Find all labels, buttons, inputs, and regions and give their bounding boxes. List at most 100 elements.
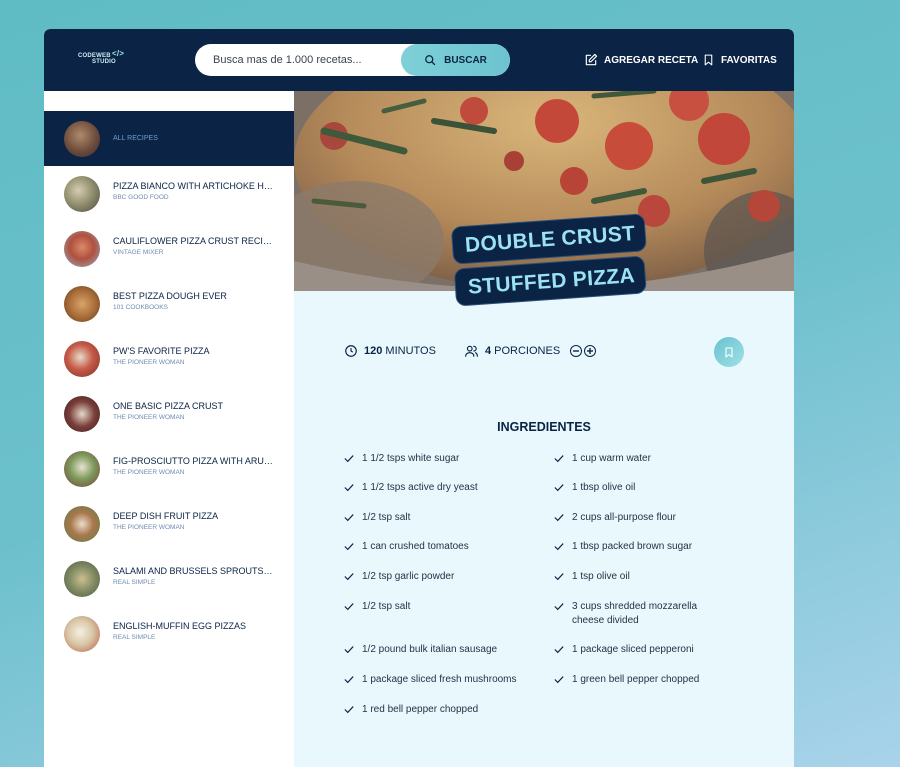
results-item-8[interactable]: SALAMI AND BRUSSELS SPROUTS PIZZA REAL S… bbox=[44, 551, 294, 606]
results-item-6[interactable]: FIG-PROSCIUTTO PIZZA WITH ARUGULA THE PI… bbox=[44, 441, 294, 496]
search-icon bbox=[425, 55, 436, 66]
decrease-servings-button[interactable] bbox=[570, 345, 583, 357]
edit-icon bbox=[585, 53, 598, 66]
recipe-publisher: VINTAGE MIXER bbox=[113, 249, 164, 256]
ingredient-item: 1 package sliced pepperoni bbox=[554, 643, 742, 657]
ingredient-item: 1 can crushed tomatoes bbox=[344, 540, 532, 554]
ingredient-item: 1/2 pound bulk italian sausage bbox=[344, 643, 532, 657]
ingredient-text: 1 package sliced pepperoni bbox=[572, 644, 694, 655]
ingredient-item: 3 cups shredded mozzarella cheese divide… bbox=[554, 600, 732, 628]
top-navigation-bar: CODEWEB </> STUDIO BUSCAR AGREGAR RECETA… bbox=[44, 29, 794, 91]
results-item-7[interactable]: DEEP DISH FRUIT PIZZA THE PIONEER WOMAN bbox=[44, 496, 294, 551]
recipe-thumbnail bbox=[64, 176, 100, 212]
results-item-5[interactable]: ONE BASIC PIZZA CRUST THE PIONEER WOMAN bbox=[44, 386, 294, 441]
results-item-2[interactable]: CAULIFLOWER PIZZA CRUST RECIPE VINTAGE M… bbox=[44, 221, 294, 276]
recipe-title: PIZZA BIANCO WITH ARTICHOKE HEARTS bbox=[113, 181, 273, 191]
recipe-thumbnail bbox=[64, 121, 100, 157]
recipe-publisher: BBC GOOD FOOD bbox=[113, 194, 169, 201]
recipe-publisher: 101 COOKBOOKS bbox=[113, 304, 168, 311]
recipe-title: FIG-PROSCIUTTO PIZZA WITH ARUGULA bbox=[113, 456, 273, 466]
ingredient-item: 1/2 tsp salt bbox=[344, 600, 532, 614]
ingredient-item: 1 tsp olive oil bbox=[554, 570, 742, 584]
recipe-thumbnail bbox=[64, 231, 100, 267]
add-recipe-label: AGREGAR RECETA bbox=[604, 54, 699, 66]
check-icon bbox=[554, 676, 564, 684]
favorites-button[interactable]: FAVORITAS bbox=[702, 53, 777, 67]
add-recipe-button[interactable]: AGREGAR RECETA bbox=[584, 53, 698, 67]
check-icon bbox=[344, 646, 354, 654]
bookmark-icon bbox=[725, 346, 733, 358]
check-icon bbox=[344, 543, 354, 551]
recipe-thumbnail bbox=[64, 341, 100, 377]
check-icon bbox=[344, 484, 354, 492]
check-icon bbox=[554, 543, 564, 551]
clock-icon bbox=[345, 345, 357, 357]
servings-unit: PORCIONES bbox=[494, 345, 561, 357]
ingredient-item: 1 green bell pepper chopped bbox=[554, 673, 742, 687]
ingredient-text: 1 tbsp olive oil bbox=[572, 482, 636, 493]
ingredient-item: 1 red bell pepper chopped bbox=[344, 703, 532, 717]
ingredient-item: 1 1/2 tsps active dry yeast bbox=[344, 481, 532, 495]
ingredient-text: 1/2 tsp salt bbox=[362, 601, 411, 612]
favorites-label: FAVORITAS bbox=[721, 54, 777, 66]
recipe-thumbnail bbox=[64, 396, 100, 432]
recipe-publisher: THE PIONEER WOMAN bbox=[113, 359, 185, 366]
recipe-thumbnail bbox=[64, 451, 100, 487]
recipe-publisher: REAL SIMPLE bbox=[113, 634, 156, 641]
recipe-thumbnail bbox=[64, 506, 100, 542]
recipe-detail: DOUBLE CRUST STUFFED PIZZA 120 MINUTOS 4… bbox=[294, 91, 794, 767]
results-item-1[interactable]: PIZZA BIANCO WITH ARTICHOKE HEARTS BBC G… bbox=[44, 166, 294, 221]
search-button[interactable]: BUSCAR bbox=[401, 44, 510, 76]
search-button-label: BUSCAR bbox=[444, 54, 487, 66]
ingredient-item: 1 cup warm water bbox=[554, 452, 742, 466]
ingredients-heading: INGREDIENTES bbox=[497, 420, 591, 434]
recipe-results-list: ALL RECIPES PIZZA BIANCO WITH ARTICHOKE … bbox=[44, 91, 294, 767]
check-icon bbox=[554, 484, 564, 492]
increase-servings-button[interactable] bbox=[584, 345, 597, 357]
recipe-title: SALAMI AND BRUSSELS SPROUTS PIZZA bbox=[113, 566, 273, 576]
recipe-title-line2: STUFFED PIZZA bbox=[453, 255, 648, 307]
check-icon bbox=[344, 603, 354, 611]
ingredient-text: 1 red bell pepper chopped bbox=[362, 704, 479, 715]
results-item-4[interactable]: PW'S FAVORITE PIZZA THE PIONEER WOMAN bbox=[44, 331, 294, 386]
recipe-thumbnail bbox=[64, 286, 100, 322]
recipe-publisher: THE PIONEER WOMAN bbox=[113, 469, 185, 476]
ingredient-item: 1/2 tsp salt bbox=[344, 511, 532, 525]
recipe-thumbnail bbox=[64, 616, 100, 652]
cook-time-value: 120 bbox=[364, 345, 383, 357]
ingredient-text: 1 green bell pepper chopped bbox=[572, 674, 700, 685]
results-item-0[interactable]: ALL RECIPES bbox=[44, 111, 294, 166]
minus-icon bbox=[573, 350, 580, 352]
ingredient-item: 1 package sliced fresh mushrooms bbox=[344, 673, 532, 687]
recipe-publisher: REAL SIMPLE bbox=[113, 579, 156, 586]
ingredient-item: 1/2 tsp garlic powder bbox=[344, 570, 532, 584]
recipe-publisher: THE PIONEER WOMAN bbox=[113, 414, 185, 421]
check-icon bbox=[554, 646, 564, 654]
ingredient-text: 1/2 tsp salt bbox=[362, 512, 411, 523]
bookmark-recipe-button[interactable] bbox=[714, 337, 744, 367]
cook-time: 120 MINUTOS bbox=[344, 344, 436, 358]
ingredient-text: 1/2 tsp garlic powder bbox=[362, 571, 455, 582]
ingredient-text: 1/2 pound bulk italian sausage bbox=[362, 644, 498, 655]
code-brackets-icon: </> bbox=[112, 49, 125, 58]
results-item-3[interactable]: BEST PIZZA DOUGH EVER 101 COOKBOOKS bbox=[44, 276, 294, 331]
search-input[interactable] bbox=[213, 52, 393, 68]
search-bar: BUSCAR bbox=[195, 44, 510, 76]
ingredient-item: 1 tbsp packed brown sugar bbox=[554, 540, 742, 554]
check-icon bbox=[344, 573, 354, 581]
recipe-title: DEEP DISH FRUIT PIZZA bbox=[113, 511, 219, 521]
check-icon bbox=[344, 514, 354, 522]
ingredient-text: 1 1/2 tsps white sugar bbox=[362, 453, 460, 464]
ingredient-item: 1 1/2 tsps white sugar bbox=[344, 452, 532, 466]
ingredient-item: 2 cups all-purpose flour bbox=[554, 511, 742, 525]
check-icon bbox=[554, 603, 564, 611]
logo[interactable]: CODEWEB </> STUDIO bbox=[78, 50, 128, 68]
check-icon bbox=[344, 455, 354, 463]
app-window: CODEWEB </> STUDIO BUSCAR AGREGAR RECETA… bbox=[44, 29, 794, 767]
logo-line2: STUDIO bbox=[92, 59, 116, 65]
ingredient-item: 1 tbsp olive oil bbox=[554, 481, 742, 495]
ingredient-text: 1 package sliced fresh mushrooms bbox=[362, 674, 517, 685]
recipe-publisher: THE PIONEER WOMAN bbox=[113, 524, 185, 531]
results-item-9[interactable]: ENGLISH-MUFFIN EGG PIZZAS REAL SIMPLE bbox=[44, 606, 294, 661]
ingredient-text: 1 can crushed tomatoes bbox=[362, 541, 469, 552]
